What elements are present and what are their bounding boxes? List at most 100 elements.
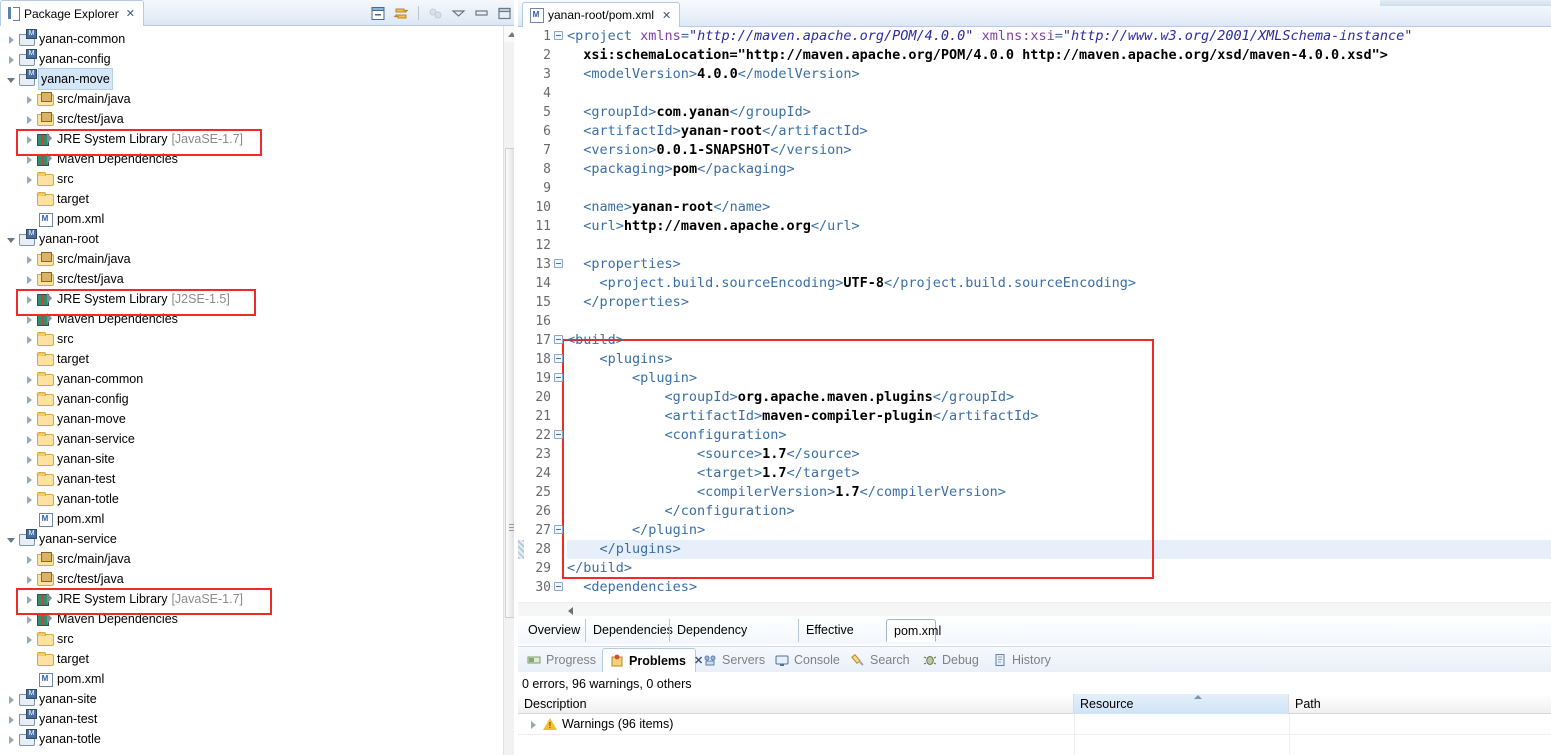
close-icon[interactable]: ✕	[126, 7, 135, 20]
tree-item-src-test-java[interactable]: src/test/java	[0, 109, 503, 129]
expand-arrow-icon[interactable]	[6, 694, 17, 705]
xml-source-editor[interactable]: 1 <project xmlns="http://maven.apache.org…	[518, 27, 1551, 602]
tree-item-src[interactable]: src	[0, 169, 503, 189]
fold-toggle-icon[interactable]	[554, 31, 563, 40]
collapse-arrow-icon[interactable]	[6, 534, 17, 545]
expand-arrow-icon[interactable]	[24, 634, 35, 645]
expand-arrow-icon[interactable]	[6, 734, 17, 745]
bottom-tab-console[interactable]: Console	[768, 648, 844, 672]
code-line[interactable]: 27 </plugin>	[518, 521, 1551, 540]
page-tab-effective-pom[interactable]: Effective POM	[798, 619, 886, 660]
tree-item-yanan-config[interactable]: yanan-config	[0, 49, 503, 69]
expand-arrow-icon[interactable]	[528, 719, 539, 730]
tree-item-target[interactable]: target	[0, 649, 503, 669]
tree-item-yanan-site[interactable]: yanan-site	[0, 449, 503, 469]
expand-arrow-icon[interactable]	[24, 334, 35, 345]
table-row[interactable]: Warnings (96 items)	[518, 714, 1551, 735]
code-line[interactable]: 10 <name>yanan-root</name>	[518, 198, 1551, 217]
code-line[interactable]: 6 <artifactId>yanan-root</artifactId>	[518, 122, 1551, 141]
expand-arrow-icon[interactable]	[24, 174, 35, 185]
bottom-tab-debug[interactable]: Debug	[916, 648, 986, 672]
code-line[interactable]: 14 <project.build.sourceEncoding>UTF-8</…	[518, 274, 1551, 293]
tree-item-target[interactable]: target	[0, 349, 503, 369]
column-header-description[interactable]: Description	[518, 694, 1074, 714]
tree-item-maven-dependencies[interactable]: Maven Dependencies	[0, 149, 503, 169]
expand-arrow-icon[interactable]	[24, 134, 35, 145]
view-menu-icon[interactable]	[449, 4, 468, 23]
code-line[interactable]: 20 <groupId>org.apache.maven.plugins</gr…	[518, 388, 1551, 407]
code-line[interactable]: 9	[518, 179, 1551, 198]
tree-item-src-main-java[interactable]: src/main/java	[0, 249, 503, 269]
tree-item-yanan-root[interactable]: yanan-root	[0, 229, 503, 249]
expand-arrow-icon[interactable]	[6, 714, 17, 725]
tree-item-yanan-service[interactable]: yanan-service	[0, 429, 503, 449]
tree-item-yanan-move[interactable]: yanan-move	[0, 68, 503, 90]
fold-toggle-icon[interactable]	[554, 525, 563, 534]
tree-item-jre-system-library[interactable]: JRE System Library [JavaSE-1.7]	[0, 129, 503, 149]
tab-package-explorer[interactable]: Package Explorer ✕	[0, 0, 144, 26]
tree-item-yanan-test[interactable]: yanan-test	[0, 469, 503, 489]
expand-arrow-icon[interactable]	[6, 34, 17, 45]
page-tab-dependencies[interactable]: Dependencies	[585, 619, 673, 642]
code-line[interactable]: 4	[518, 84, 1551, 103]
collapse-all-icon[interactable]	[369, 4, 388, 23]
expand-arrow-icon[interactable]	[24, 374, 35, 385]
tree-item-maven-dependencies[interactable]: Maven Dependencies	[0, 609, 503, 629]
tree-item-yanan-site[interactable]: yanan-site	[0, 689, 503, 709]
code-line[interactable]: 28 </plugins>	[518, 540, 1551, 559]
column-header-resource[interactable]: Resource	[1074, 694, 1289, 714]
page-tab-pom-xml[interactable]: pom.xml	[886, 619, 941, 642]
code-line[interactable]: 13 <properties>	[518, 255, 1551, 274]
expand-arrow-icon[interactable]	[24, 274, 35, 285]
expand-arrow-icon[interactable]	[24, 554, 35, 565]
code-line[interactable]: 15 </properties>	[518, 293, 1551, 312]
tree-item-yanan-move[interactable]: yanan-move	[0, 409, 503, 429]
code-line[interactable]: 21 <artifactId>maven-compiler-plugin</ar…	[518, 407, 1551, 426]
tree-item-pom-xml[interactable]: pom.xml	[0, 509, 503, 529]
page-tab-overview[interactable]: Overview	[521, 619, 585, 642]
code-line[interactable]: 29 </build>	[518, 559, 1551, 578]
expand-arrow-icon[interactable]	[24, 94, 35, 105]
code-line[interactable]: 7 <version>0.0.1-SNAPSHOT</version>	[518, 141, 1551, 160]
tree-item-src-main-java[interactable]: src/main/java	[0, 89, 503, 109]
editor-page-tabs[interactable]: Overview DependenciesDependency Hierarchy…	[518, 616, 1551, 660]
collapse-arrow-icon[interactable]	[6, 74, 17, 85]
tree-item-yanan-service[interactable]: yanan-service	[0, 529, 503, 549]
fold-toggle-icon[interactable]	[554, 373, 563, 382]
code-line[interactable]: 19 <plugin>	[518, 369, 1551, 388]
bottom-tab-history[interactable]: History	[986, 648, 1062, 672]
project-tree[interactable]: yanan-common yanan-config yanan-move src/ma…	[0, 26, 503, 755]
tree-item-target[interactable]: target	[0, 189, 503, 209]
tree-item-src-main-java[interactable]: src/main/java	[0, 549, 503, 569]
code-line[interactable]: 8 <packaging>pom</packaging>	[518, 160, 1551, 179]
column-header-path[interactable]: Path	[1289, 694, 1551, 714]
expand-arrow-icon[interactable]	[24, 594, 35, 605]
tab-pom-xml[interactable]: yanan-root/pom.xml ✕	[522, 2, 681, 27]
tree-item-yanan-common[interactable]: yanan-common	[0, 29, 503, 49]
expand-arrow-icon[interactable]	[24, 434, 35, 445]
focus-on-active-task-icon[interactable]	[426, 4, 445, 23]
fold-toggle-icon[interactable]	[554, 430, 563, 439]
code-line[interactable]: 22 <configuration>	[518, 426, 1551, 445]
tree-item-pom-xml[interactable]: pom.xml	[0, 669, 503, 689]
expand-arrow-icon[interactable]	[24, 294, 35, 305]
fold-toggle-icon[interactable]	[554, 335, 563, 344]
collapse-arrow-icon[interactable]	[6, 234, 17, 245]
expand-arrow-icon[interactable]	[24, 474, 35, 485]
expand-arrow-icon[interactable]	[24, 254, 35, 265]
tree-item-yanan-totle[interactable]: yanan-totle	[0, 729, 503, 749]
code-line[interactable]: 11 <url>http://maven.apache.org</url>	[518, 217, 1551, 236]
tree-item-src-test-java[interactable]: src/test/java	[0, 569, 503, 589]
tree-item-yanan-common[interactable]: yanan-common	[0, 369, 503, 389]
code-line[interactable]: 3 <modelVersion>4.0.0</modelVersion>	[518, 65, 1551, 84]
code-line[interactable]: 30 <dependencies>	[518, 578, 1551, 597]
code-line[interactable]: 26 </configuration>	[518, 502, 1551, 521]
bottom-tab-problems[interactable]: Problems ✕	[602, 648, 703, 672]
tree-item-maven-dependencies[interactable]: Maven Dependencies	[0, 309, 503, 329]
bottom-view-tabbar[interactable]: Progress Problems ✕ Servers Console Search Deb…	[518, 646, 1551, 672]
fold-toggle-icon[interactable]	[554, 259, 563, 268]
maximize-icon[interactable]	[495, 4, 514, 23]
fold-toggle-icon[interactable]	[554, 582, 563, 591]
bottom-tab-search[interactable]: Search	[844, 648, 916, 672]
bottom-tab-progress[interactable]: Progress	[520, 648, 602, 672]
